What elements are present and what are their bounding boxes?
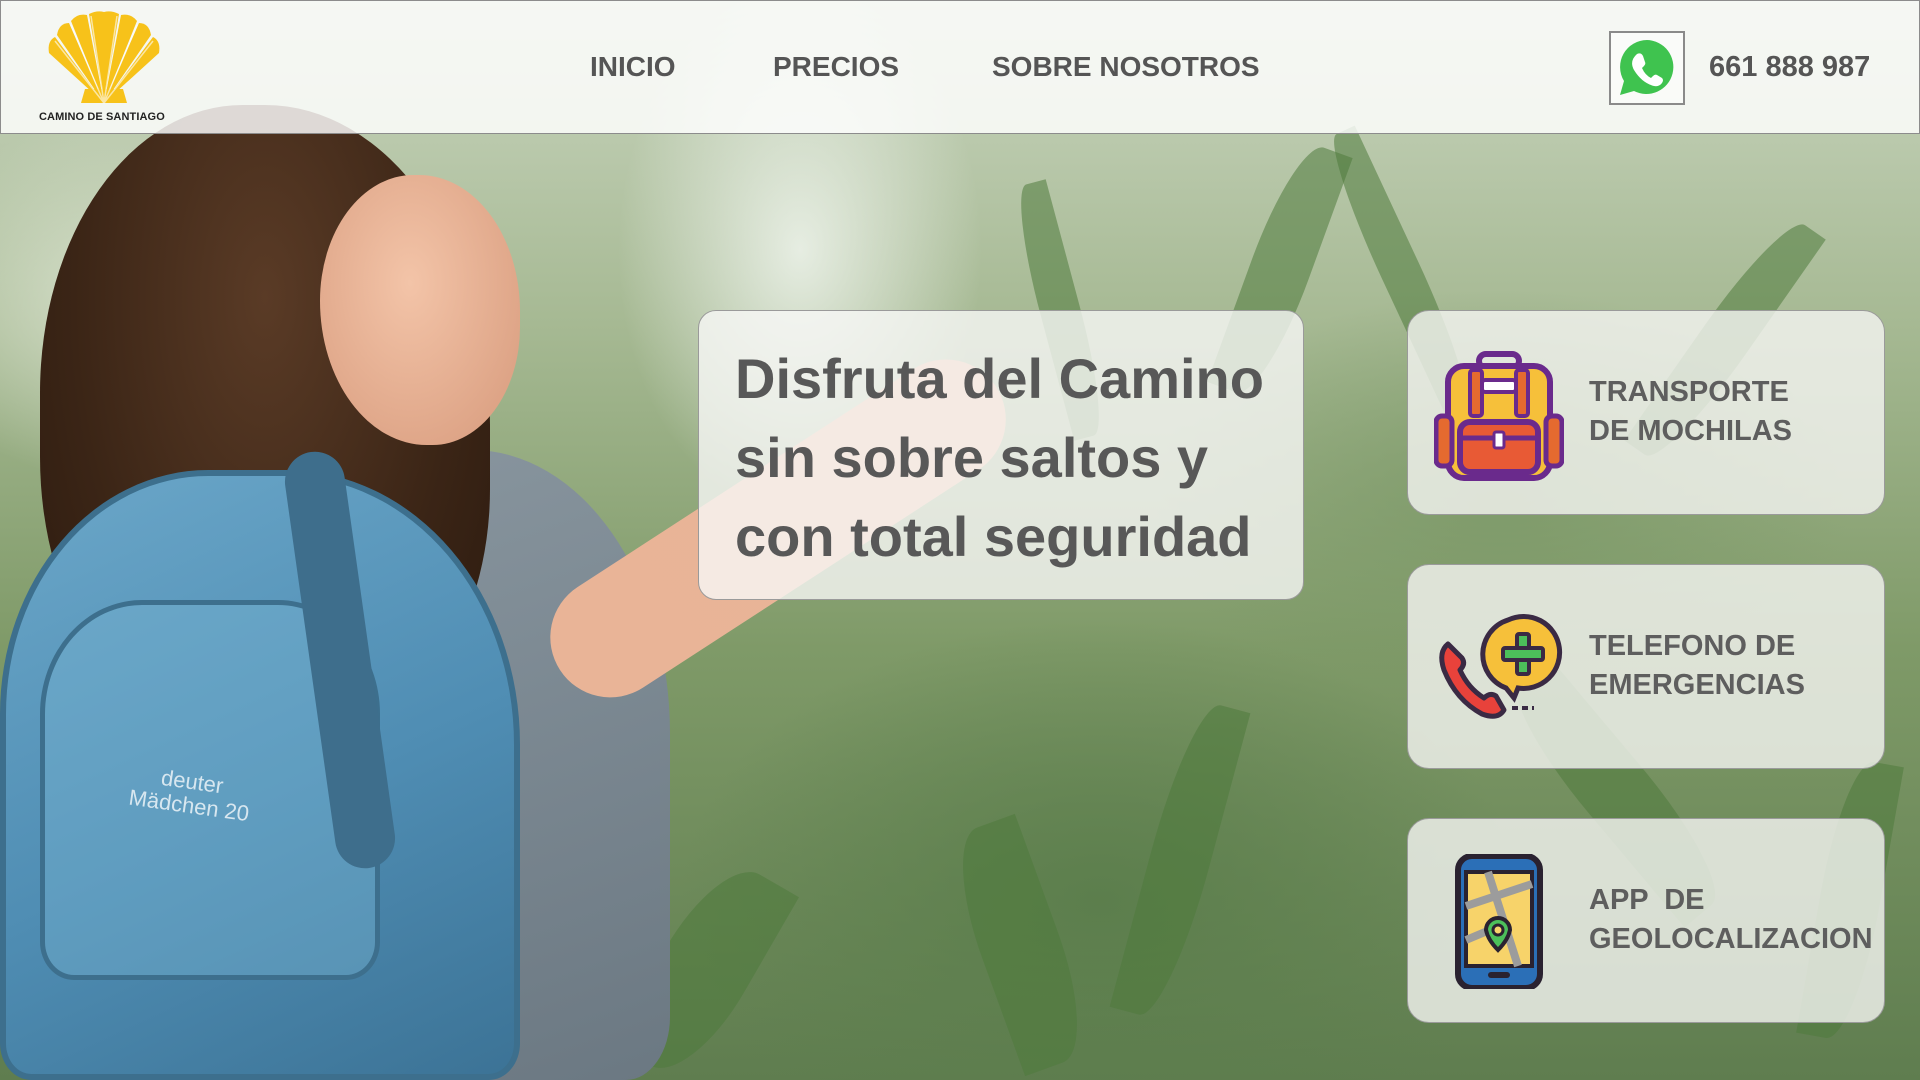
scallop-shell-icon (48, 11, 160, 104)
map-phone-icon (1434, 853, 1564, 991)
hero-line-1: Disfruta del Camino (735, 347, 1264, 410)
feature-label-app: APP DE GEOLOCALIZACION (1589, 884, 1873, 955)
hero-line-3: con total seguridad (735, 505, 1252, 568)
whatsapp-icon (1620, 40, 1674, 95)
emergency-phone-icon (1434, 600, 1564, 735)
feature-card-transporte[interactable]: TRANSPORTE DE MOCHILAS (1407, 310, 1885, 515)
logo-text: CAMINO DE SANTIAGO (39, 111, 165, 123)
hero-line-2: sin sobre saltos y (735, 426, 1209, 489)
feature-card-telefono[interactable]: TELEFONO DE EMERGENCIAS (1407, 564, 1885, 769)
hero-card: Disfruta del Camino sin sobre saltos y c… (698, 310, 1304, 600)
whatsapp-button[interactable] (1609, 31, 1685, 105)
site-logo[interactable]: CAMINO DE SANTIAGO (39, 11, 169, 127)
backpack-icon (1433, 346, 1565, 481)
feature-card-app[interactable]: APP DE GEOLOCALIZACION (1407, 818, 1885, 1023)
nav-sobre-nosotros[interactable]: SOBRE NOSOTROS (992, 51, 1260, 83)
phone-number[interactable]: 661 888 987 (1709, 51, 1870, 84)
nav-inicio[interactable]: INICIO (590, 51, 676, 83)
feature-label-telefono: TELEFONO DE EMERGENCIAS (1589, 630, 1805, 701)
feature-label-transporte: TRANSPORTE DE MOCHILAS (1589, 376, 1792, 447)
nav-precios[interactable]: PRECIOS (773, 51, 899, 83)
site-header: CAMINO DE SANTIAGO INICIO PRECIOS SOBRE … (0, 0, 1920, 134)
